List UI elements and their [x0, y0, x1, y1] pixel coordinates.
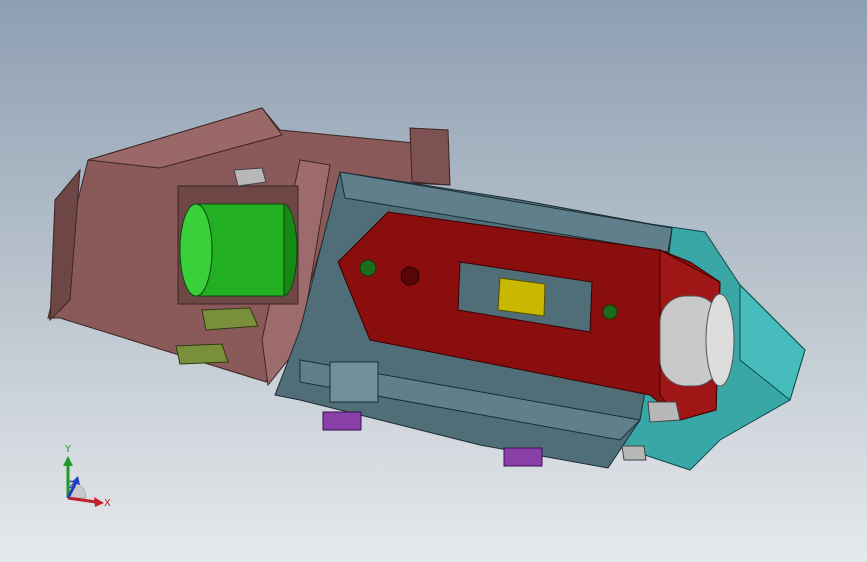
bracket-upper — [201, 307, 259, 331]
frame-slot-block — [329, 361, 379, 403]
x-axis-line — [67, 496, 97, 504]
nut-bottom-right — [647, 401, 681, 423]
wheel-flange — [705, 293, 735, 387]
bracket-lower — [175, 343, 229, 365]
plate-hole — [400, 266, 420, 286]
x-axis-label: X — [104, 498, 111, 509]
grey-wheel[interactable] — [659, 293, 735, 387]
nut-guide — [621, 445, 647, 461]
coordinate-triad: Y X Z — [63, 444, 111, 509]
spacer-right — [503, 447, 543, 467]
green-roller[interactable] — [179, 203, 298, 297]
z-axis-label: Z — [69, 480, 76, 491]
spacer-left — [322, 411, 362, 431]
yellow-insert — [497, 277, 546, 317]
plate-bolt-left — [359, 259, 377, 277]
model-viewport[interactable] — [0, 0, 867, 562]
x-axis-arrow — [94, 497, 104, 507]
roller-front-face — [179, 203, 213, 297]
y-axis-arrow — [63, 456, 73, 466]
plate-bolt-right — [602, 304, 618, 320]
y-axis-label: Y — [64, 444, 72, 455]
housing-tab — [409, 127, 451, 186]
